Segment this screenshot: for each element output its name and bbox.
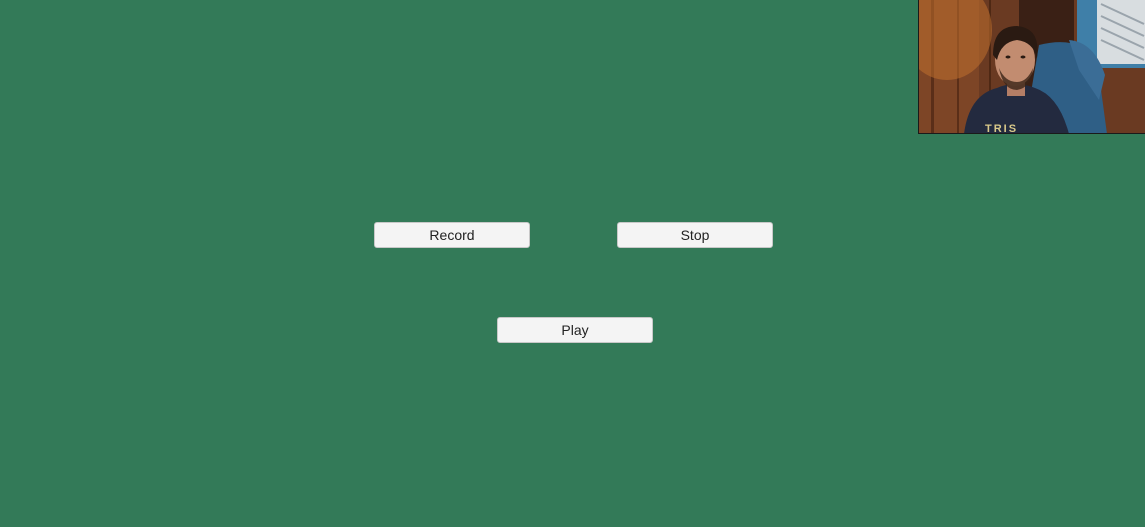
play-button[interactable]: Play xyxy=(497,317,653,343)
record-button[interactable]: Record xyxy=(374,222,530,248)
webcam-image: TRIS xyxy=(919,0,1145,134)
hoodie-text: TRIS xyxy=(985,123,1018,134)
webcam-feed: TRIS xyxy=(918,0,1145,134)
stop-button[interactable]: Stop xyxy=(617,222,773,248)
